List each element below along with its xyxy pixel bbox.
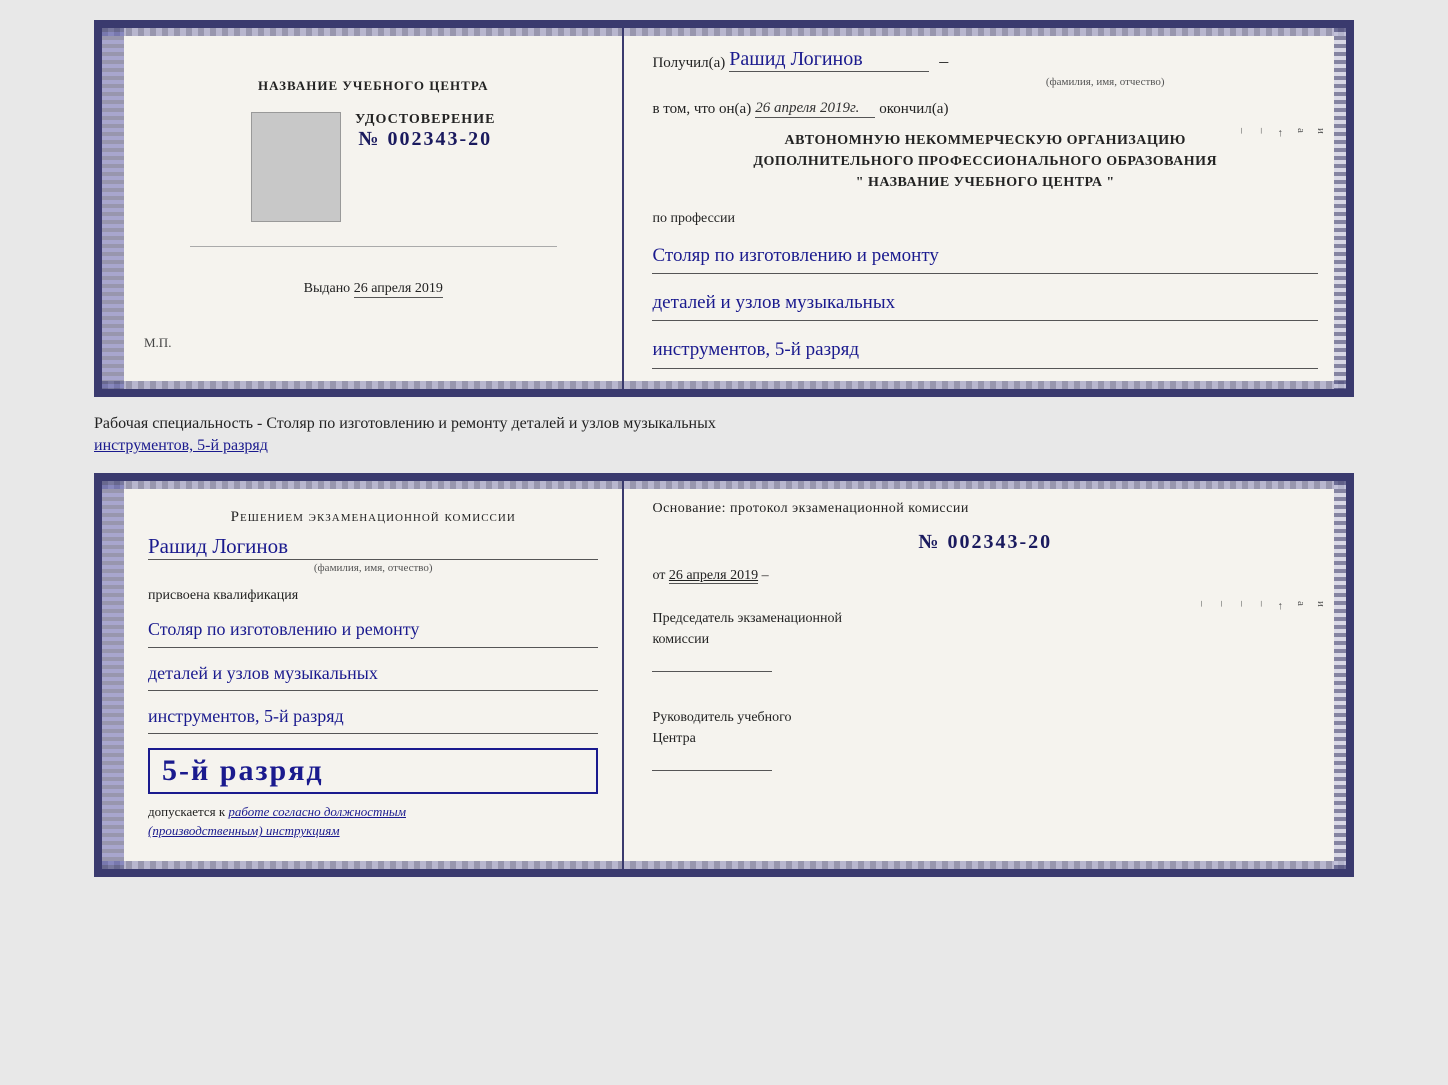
rukovoditel-line1: Руководитель учебного <box>652 707 1318 728</box>
side-letters: иа←–– <box>1231 128 1330 139</box>
ot-dash: – <box>762 568 769 583</box>
profession-top-line1: Столяр по изготовлению и ремонту <box>652 239 1318 274</box>
prisvoena-label: присвоена квалификация <box>148 588 598 604</box>
org-line2: ДОПОЛНИТЕЛЬНОГО ПРОФЕССИОНАЛЬНОГО ОБРАЗО… <box>652 151 1318 172</box>
dopusk-text: работе согласно должностным <box>228 804 406 819</box>
profession-bottom-line1: Столяр по изготовлению и ремонту <box>148 612 598 647</box>
photo-placeholder <box>251 112 341 222</box>
poluchil-block: Получил(a) Рашид Логинов – (фамилия, имя… <box>652 48 1318 88</box>
poluchil-line: Получил(a) Рашид Логинов – <box>652 48 1318 72</box>
bottom-person-name: Рашид Логинов <box>148 534 598 560</box>
center-name-top: НАЗВАНИЕ УЧЕБНОГО ЦЕНТРА <box>258 78 489 94</box>
bottom-doc-left: Решением экзаменационной комиссии Рашид … <box>102 481 624 869</box>
top-document: НАЗВАНИЕ УЧЕБНОГО ЦЕНТРА УДОСТОВЕРЕНИЕ №… <box>94 20 1354 397</box>
profession-top-line3: инструментов, 5-й разряд <box>652 333 1318 368</box>
org-line1: АВТОНОМНУЮ НЕКОММЕРЧЕСКУЮ ОРГАНИЗАЦИЮ <box>652 130 1318 151</box>
resheniem-title: Решением экзаменационной комиссии <box>148 509 598 526</box>
rukovoditel-line2: Центра <box>652 728 1318 749</box>
mp-text: М.П. <box>144 335 171 351</box>
profession-bottom-line3: инструментов, 5-й разряд <box>148 699 598 734</box>
bottom-fio-label: (фамилия, имя, отчество) <box>148 562 598 574</box>
top-doc-left: НАЗВАНИЕ УЧЕБНОГО ЦЕНТРА УДОСТОВЕРЕНИЕ №… <box>102 28 624 389</box>
protocol-number-bottom: № 002343-20 <box>652 531 1318 554</box>
middle-text-block: Рабочая специальность - Столяр по изгото… <box>94 413 1354 458</box>
predsedatel-block: Председатель экзаменационной комиссии <box>652 608 1318 679</box>
predsedatel-line2: комиссии <box>652 629 1318 650</box>
vydano-date: 26 апреля 2019 <box>354 281 443 298</box>
top-doc-right: Получил(a) Рашид Логинов – (фамилия, имя… <box>624 28 1346 389</box>
dopusk-text2: (производственным) инструкциям <box>148 823 340 838</box>
vtom-line: в том, что он(а) 26 апреля 2019г. окончи… <box>652 100 1318 118</box>
dopusk-prefix: допускается к <box>148 804 225 819</box>
profession-top-line2: деталей и узлов музыкальных <box>652 286 1318 321</box>
middle-text-line1: Рабочая специальность - Столяр по изгото… <box>94 415 716 432</box>
ot-label: от <box>652 568 665 583</box>
osnovanie-label: Основание: протокол экзаменационной коми… <box>652 501 1318 517</box>
ot-date-value: 26 апреля 2019 <box>669 568 758 584</box>
udost-title: УДОСТОВЕРЕНИЕ <box>355 112 495 128</box>
dopusk-block: допускается к работе согласно должностны… <box>148 802 598 841</box>
org-block: АВТОНОМНУЮ НЕКОММЕРЧЕСКУЮ ОРГАНИЗАЦИЮ ДО… <box>652 130 1318 193</box>
vtom-label: в том, что он(а) <box>652 101 751 118</box>
poluchil-label: Получил(a) <box>652 55 725 72</box>
udost-number: № 002343-20 <box>355 128 495 151</box>
rukovoditel-block: Руководитель учебного Центра <box>652 707 1318 778</box>
po-professii: по профессии <box>652 211 1318 227</box>
org-line3: " НАЗВАНИЕ УЧЕБНОГО ЦЕНТРА " <box>652 172 1318 193</box>
vydano-label: Выдано <box>304 281 351 296</box>
rank-text: 5-й разряд <box>162 754 324 787</box>
bottom-doc-right: Основание: протокол экзаменационной коми… <box>624 481 1346 869</box>
vydano-line: Выдано 26 апреля 2019 <box>304 281 443 297</box>
profession-bottom-line2: деталей и узлов музыкальных <box>148 656 598 691</box>
poluchil-name: Рашид Логинов <box>729 48 929 72</box>
side-letters-bottom: иа←–––– <box>1191 601 1330 612</box>
rukovoditel-signature <box>652 755 772 771</box>
okonchil-label: окончил(а) <box>879 101 948 118</box>
ot-date-block: от 26 апреля 2019 – <box>652 568 1318 584</box>
rank-box: 5-й разряд <box>148 748 598 794</box>
middle-text-line2: инструментов, 5-й разряд <box>94 437 268 454</box>
vtom-date: 26 апреля 2019г. <box>755 100 875 118</box>
udost-block: УДОСТОВЕРЕНИЕ № 002343-20 <box>355 112 495 151</box>
predsedatel-signature <box>652 656 772 672</box>
bottom-document: Решением экзаменационной комиссии Рашид … <box>94 473 1354 877</box>
